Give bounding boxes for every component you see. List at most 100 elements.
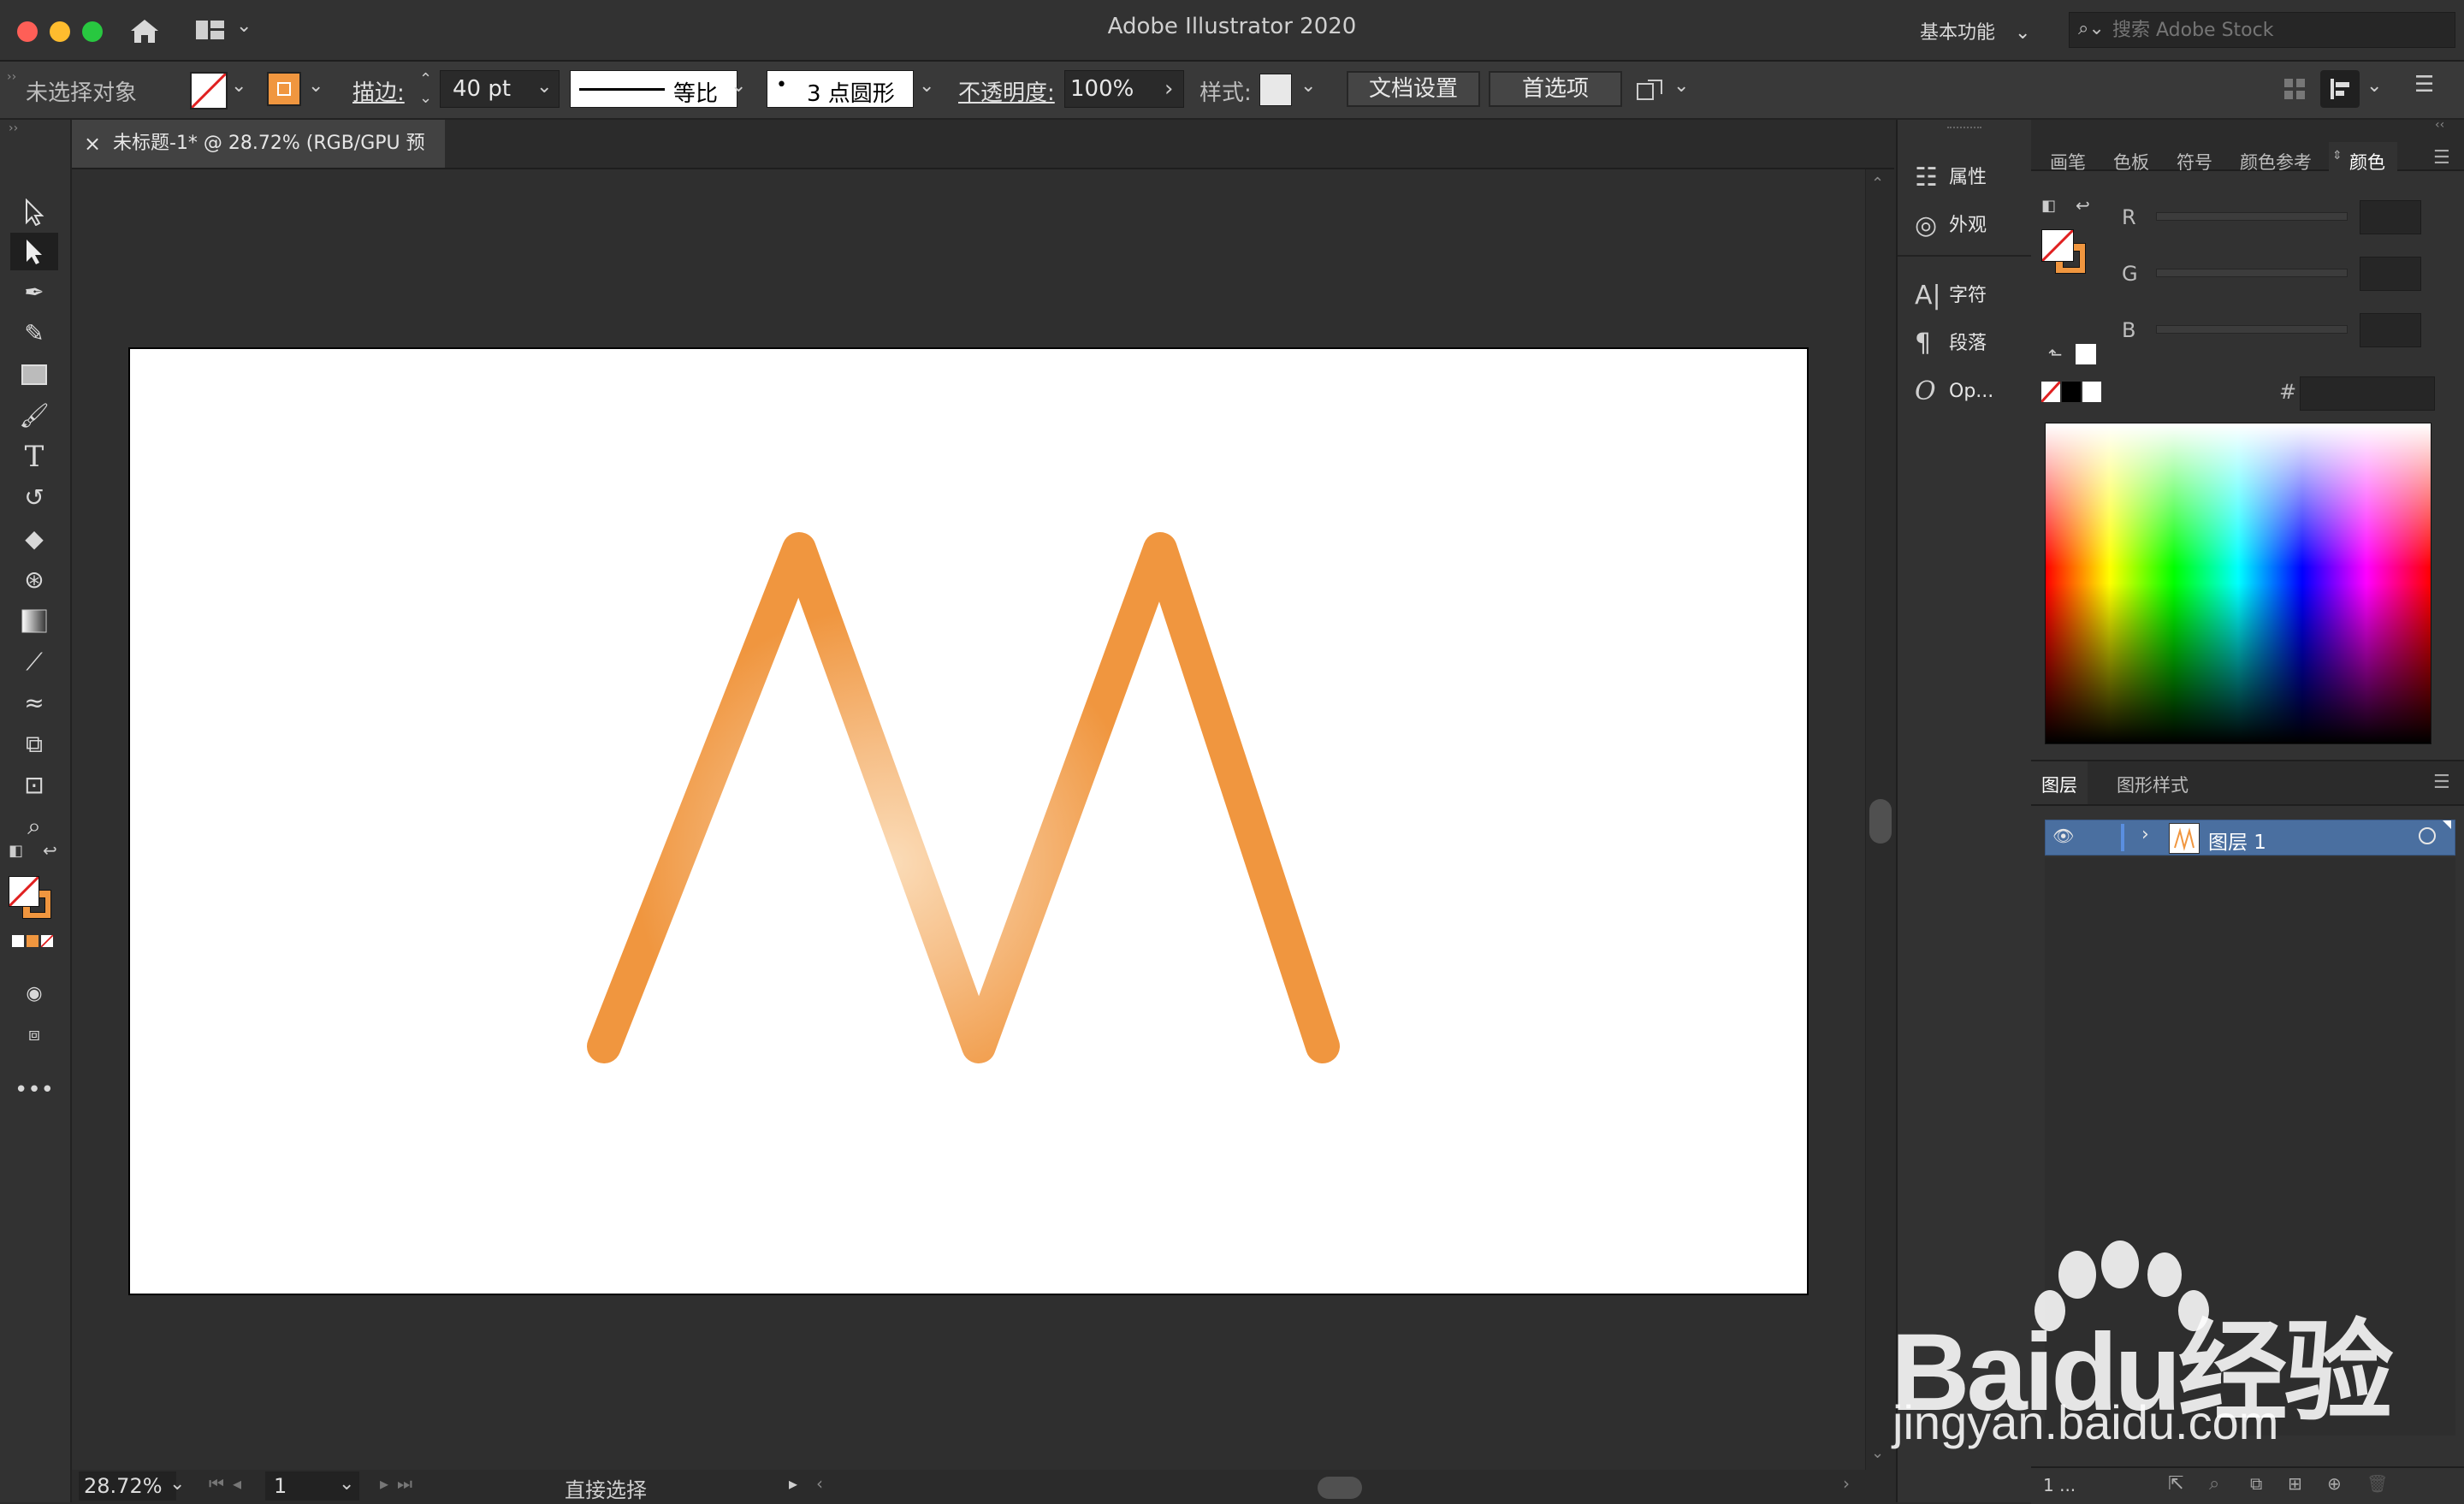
fill-color-box[interactable] <box>9 876 39 907</box>
blue-value-field[interactable] <box>2360 313 2421 347</box>
fill-dropdown-chevron-icon[interactable]: ⌄ <box>231 75 246 97</box>
red-slider[interactable] <box>2156 212 2348 221</box>
gradient-tool-icon[interactable] <box>10 602 58 640</box>
graphic-style-swatch[interactable] <box>1259 74 1292 106</box>
visibility-eye-icon[interactable]: 👁 <box>2052 826 2074 846</box>
layer-name[interactable]: 图层 1 <box>2208 826 2266 855</box>
blue-slider[interactable] <box>2156 325 2348 334</box>
opacity-label[interactable]: 不透明度: <box>958 75 1055 107</box>
stock-search-field[interactable]: ⌕⌄ <box>2069 12 2455 48</box>
brush-definition[interactable]: • 3 点圆形 <box>767 70 914 108</box>
horizontal-scroll-thumb[interactable] <box>1318 1477 1362 1499</box>
expand-chevron-icon[interactable]: › <box>2141 824 2149 845</box>
chevron-down-icon[interactable]: ⌄ <box>2366 75 2382 97</box>
scroll-right-icon[interactable]: › <box>1843 1473 1850 1494</box>
none-swatch[interactable] <box>2041 382 2060 402</box>
paintbrush-tool-icon[interactable]: 🖌 <box>10 397 58 435</box>
tab-color[interactable]: ⇕ 颜色 <box>2329 142 2397 173</box>
swap-colors-icon[interactable]: ↩ <box>2076 195 2090 216</box>
artboard-nav-prev-icons[interactable]: ⏮◂ <box>209 1473 250 1494</box>
pen-tool-icon[interactable]: ✒ <box>10 274 58 311</box>
align-panel-button[interactable] <box>2320 70 2360 108</box>
green-slider[interactable] <box>2156 269 2348 277</box>
delete-layer-icon[interactable]: 🗑 <box>2366 1473 2388 1494</box>
tab-swatches[interactable]: 色板 <box>2113 149 2149 175</box>
artboard-tool-icon[interactable]: ⊡ <box>10 767 58 804</box>
opacity-field[interactable]: 100% › <box>1064 70 1184 108</box>
target-circle-icon[interactable] <box>2419 827 2436 844</box>
swap-colors-icon[interactable]: ↩ <box>43 840 57 861</box>
tab-brushes[interactable]: 画笔 <box>2050 149 2086 175</box>
color-mode-buttons[interactable] <box>12 934 56 948</box>
rectangle-tool-icon[interactable] <box>10 356 58 394</box>
new-sublayer-icon[interactable]: ⊞ <box>2288 1473 2302 1494</box>
variable-width-profile[interactable]: 等比 <box>570 70 737 108</box>
out-of-gamut-icon[interactable]: ⬑ <box>2048 344 2063 364</box>
type-tool-icon[interactable]: T <box>10 438 58 476</box>
properties-panel-button[interactable]: ☷ 属性 <box>1915 159 2026 197</box>
close-tab-icon[interactable]: × <box>84 120 101 168</box>
collapse-panels-icon[interactable]: ‹‹ <box>2435 118 2444 132</box>
curvature-tool-icon[interactable]: ✎ <box>10 315 58 352</box>
paragraph-panel-button[interactable]: ¶ 段落 <box>1915 325 2026 363</box>
stroke-stepper[interactable]: ⌃ ⌄ <box>419 70 432 108</box>
zoom-dropdown-chevron-icon[interactable]: ⌄ <box>169 1473 185 1495</box>
preferences-button[interactable]: 首选项 <box>1489 71 1622 107</box>
green-value-field[interactable] <box>2360 257 2421 291</box>
clipping-mask-icon[interactable]: ⧉ <box>2250 1473 2262 1494</box>
layer-row[interactable]: 👁 › 图层 1 <box>2045 820 2455 856</box>
workspace-switcher[interactable]: 基本功能 ⌄ <box>1920 17 2030 44</box>
selection-tool-icon[interactable] <box>10 193 58 231</box>
chevron-down-icon[interactable]: ⌄ <box>536 76 552 98</box>
menu-list-icon[interactable]: ☰ <box>2414 72 2434 98</box>
shape-builder-tool-icon[interactable]: ⊛ <box>10 561 58 599</box>
default-colors-icon[interactable]: ◧ <box>9 842 23 860</box>
panel-menu-icon[interactable]: ☰ <box>2433 772 2450 793</box>
tab-graphic-styles[interactable]: 图形样式 <box>2117 772 2189 797</box>
new-layer-icon[interactable]: ⊕ <box>2327 1473 2342 1494</box>
color-spectrum[interactable] <box>2045 423 2431 744</box>
more-tools-icon[interactable]: ••• <box>10 1071 58 1109</box>
character-panel-button[interactable]: A| 字符 <box>1915 277 2026 315</box>
stroke-weight-field[interactable]: 40 pt ⌄ <box>440 70 560 108</box>
eraser-tool-icon[interactable]: ◆ <box>10 520 58 558</box>
artboard[interactable] <box>130 349 1807 1294</box>
document-setup-button[interactable]: 文档设置 <box>1347 71 1480 107</box>
tab-color-guide[interactable]: 颜色参考 <box>2240 149 2312 175</box>
tab-layers[interactable]: 图层 <box>2031 761 2088 804</box>
hex-value-field[interactable] <box>2300 376 2435 411</box>
blend-tool-icon[interactable]: ≈ <box>10 684 58 722</box>
panel-menu-icon[interactable]: ☰ <box>2433 147 2450 169</box>
profile-dropdown-chevron-icon[interactable]: ⌄ <box>731 75 746 97</box>
white-swatch[interactable] <box>2082 382 2101 402</box>
document-tab[interactable]: × 未标题-1* @ 28.72% (RGB/GPU 预览) <box>72 120 445 202</box>
stroke-label[interactable]: 描边: <box>352 75 405 107</box>
scroll-left-icon[interactable]: ‹ <box>816 1473 823 1494</box>
search-icon[interactable]: ⌕ <box>2209 1473 2219 1495</box>
fill-color-box[interactable] <box>2041 229 2074 262</box>
zigzag-path-artwork[interactable] <box>130 349 1807 1294</box>
opentype-panel-button[interactable]: O Op... <box>1915 373 2026 411</box>
style-dropdown-chevron-icon[interactable]: ⌄ <box>1300 75 1316 97</box>
vertical-scroll-thumb[interactable] <box>1869 799 1892 844</box>
draw-mode-icon[interactable]: ◉ <box>10 975 58 1013</box>
fill-swatch[interactable] <box>190 72 228 110</box>
chevron-down-icon[interactable]: ⌄ <box>1673 75 1689 97</box>
tab-symbols[interactable]: 符号 <box>2177 149 2212 175</box>
black-swatch[interactable] <box>2062 382 2081 402</box>
artboard-dropdown-chevron-icon[interactable]: ⌄ <box>339 1473 354 1495</box>
direct-selection-tool-icon[interactable] <box>10 233 58 270</box>
artboard-nav-next-icons[interactable]: ▸⏭ <box>380 1473 421 1494</box>
brush-dropdown-chevron-icon[interactable]: ⌄ <box>919 75 934 97</box>
status-menu-arrow-icon[interactable]: ▸ <box>789 1473 797 1494</box>
red-value-field[interactable] <box>2360 200 2421 234</box>
default-colors-icon[interactable]: ◧ <box>2041 197 2056 215</box>
stroke-dropdown-chevron-icon[interactable]: ⌄ <box>308 75 323 97</box>
stroke-swatch[interactable] <box>267 72 301 106</box>
zoom-level-field[interactable]: 28.72% <box>79 1471 176 1501</box>
symbol-sprayer-tool-icon[interactable]: ⧉ <box>10 725 58 763</box>
scroll-up-icon[interactable]: ⌃ <box>1871 175 1884 192</box>
screen-mode-icon[interactable]: ⧈ <box>10 1016 58 1054</box>
eyedropper-tool-icon[interactable]: ⟋ <box>10 643 58 681</box>
export-icon[interactable]: ⇱ <box>2168 1473 2183 1495</box>
